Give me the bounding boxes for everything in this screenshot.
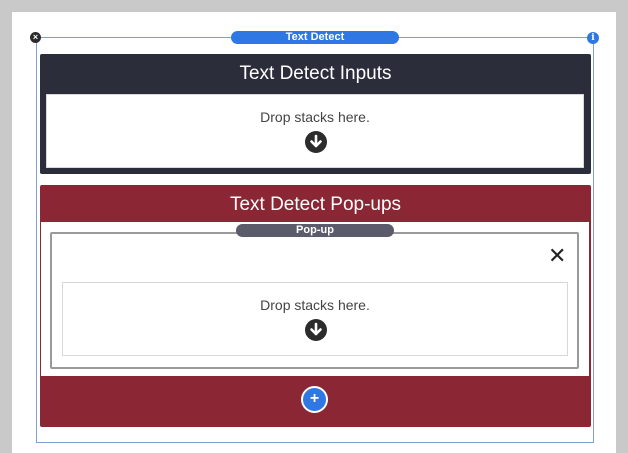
add-popup-button[interactable]: + [301, 386, 328, 413]
text-detect-label[interactable]: Text Detect [231, 31, 399, 44]
down-arrow-circle-icon [305, 131, 327, 153]
inputs-drop-text: Drop stacks here. [260, 109, 370, 125]
popup-label[interactable]: Pop-up [236, 224, 394, 237]
text-detect-inputs-section: Text Detect Inputs Drop stacks here. [40, 54, 591, 174]
close-icon[interactable]: ✕ [548, 246, 566, 268]
remove-stack-icon[interactable]: × [30, 32, 41, 43]
popups-section-title: Text Detect Pop-ups [229, 194, 402, 215]
popup-drop-text: Drop stacks here. [260, 297, 370, 313]
info-icon[interactable]: i [587, 32, 599, 44]
popup-dropzone[interactable]: Drop stacks here. [62, 282, 568, 356]
inputs-dropzone[interactable]: Drop stacks here. [46, 94, 584, 168]
inputs-section-title: Text Detect Inputs [239, 63, 392, 84]
down-arrow-circle-icon [305, 319, 327, 341]
